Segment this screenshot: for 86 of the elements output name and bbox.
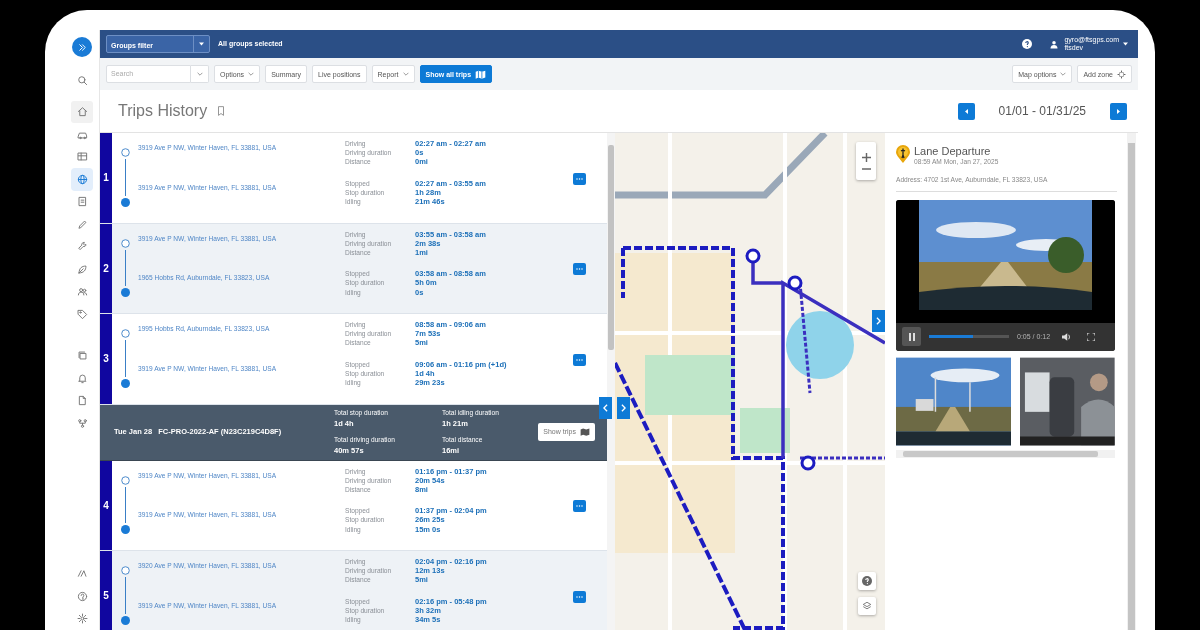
layers-icon — [862, 601, 872, 611]
start-point-icon — [120, 475, 130, 485]
end-point-icon — [120, 197, 130, 207]
more-icon — [576, 358, 583, 361]
previous-button[interactable] — [957, 102, 975, 120]
end-point-icon — [120, 288, 130, 297]
volume-icon[interactable] — [1062, 332, 1072, 341]
user-icon[interactable] — [1050, 39, 1059, 49]
leaf-icon — [76, 263, 88, 275]
trip-number: 5 — [100, 551, 112, 630]
sidebar-item[interactable] — [71, 100, 93, 123]
chevron-right-icon — [1117, 108, 1120, 114]
end-point-icon — [120, 525, 130, 534]
bell-icon — [76, 372, 88, 384]
logo-icon — [76, 568, 88, 580]
expand-icon — [76, 41, 88, 53]
sidebar-item[interactable] — [72, 37, 92, 57]
trip-number: 3 — [100, 314, 112, 404]
start-point-icon — [120, 329, 130, 338]
chevron-down-icon — [248, 72, 255, 76]
caret-icon — [199, 42, 204, 46]
search-icon — [76, 74, 88, 86]
page-title: Trips History — [118, 101, 208, 121]
start-point-icon — [120, 238, 130, 248]
expand-panel-button[interactable] — [872, 310, 885, 332]
fullscreen-icon[interactable] — [1087, 332, 1096, 341]
start-point-icon — [120, 566, 130, 575]
trip-number: 4 — [100, 460, 112, 550]
scrollbar[interactable] — [896, 449, 1115, 458]
event-title: Lane Departure — [914, 145, 992, 158]
bookmark-icon[interactable] — [217, 106, 226, 116]
file-icon — [76, 395, 88, 407]
wrench-icon — [76, 241, 88, 253]
progress-track[interactable] — [929, 335, 1009, 339]
pause-button[interactable] — [902, 327, 921, 347]
help-button[interactable] — [858, 572, 876, 590]
grid-icon — [76, 151, 88, 163]
start-point-icon — [120, 148, 130, 157]
more-button[interactable] — [573, 172, 586, 185]
trip-number: 1 — [100, 133, 112, 223]
more-button[interactable] — [573, 500, 586, 513]
chevron-down-icon — [1060, 72, 1067, 76]
pin-icon — [896, 145, 910, 163]
zone-icon — [1117, 69, 1126, 79]
collapse-list-button[interactable] — [599, 397, 612, 419]
more-icon — [576, 268, 583, 271]
settings-icon — [76, 613, 88, 625]
more-icon — [576, 505, 583, 508]
chevron-right-icon — [621, 404, 626, 412]
globe-icon — [76, 173, 88, 185]
caret-icon[interactable] — [1123, 42, 1128, 46]
map-icon — [475, 69, 487, 79]
more-button[interactable] — [573, 353, 586, 366]
chevron-down-icon — [402, 72, 409, 76]
chevron-left-icon — [964, 108, 968, 114]
pencil-icon — [76, 218, 88, 230]
help-icon — [76, 590, 88, 602]
layers-button[interactable] — [858, 597, 876, 615]
sidebar-item[interactable] — [71, 168, 93, 191]
pause-icon — [908, 332, 915, 341]
help-icon[interactable] — [1022, 39, 1033, 49]
next-button[interactable] — [1110, 102, 1127, 120]
zoom-in-icon[interactable] — [861, 152, 871, 162]
expand-map-button[interactable] — [617, 397, 630, 419]
end-point-icon — [120, 378, 130, 388]
chevron-left-icon — [603, 404, 608, 412]
help-icon — [862, 576, 872, 586]
more-button[interactable] — [573, 263, 586, 276]
zoom-out-icon[interactable] — [861, 167, 871, 170]
tag-icon — [76, 308, 88, 320]
end-point-icon — [120, 615, 130, 625]
scrollbar[interactable] — [1127, 133, 1136, 630]
more-button[interactable] — [573, 590, 586, 603]
chevron-down-icon — [196, 72, 203, 76]
network-icon — [76, 417, 88, 429]
copy-icon — [76, 350, 88, 362]
chevron-right-icon — [876, 317, 881, 325]
people-icon — [76, 286, 88, 298]
date-range: 01/01 - 01/31/25 — [998, 103, 1086, 120]
scrollbar[interactable] — [607, 133, 615, 630]
document-icon — [76, 196, 88, 208]
more-icon — [576, 595, 583, 598]
more-icon — [576, 177, 583, 180]
home-icon — [76, 106, 88, 118]
map-icon — [580, 428, 590, 436]
trip-number: 2 — [100, 223, 112, 313]
